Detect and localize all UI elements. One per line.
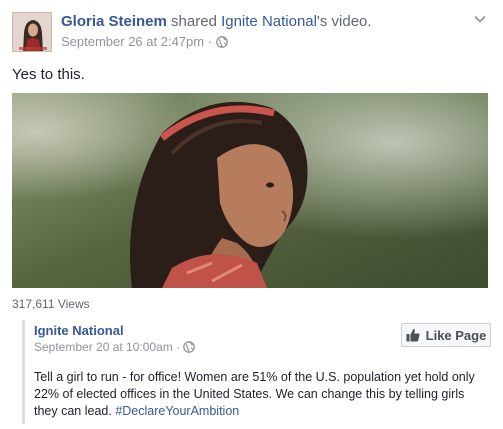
shared-description-text: Tell a girl to run - for office! Women a… [34, 370, 475, 418]
globe-icon[interactable] [183, 341, 196, 353]
view-count: 317,611 Views [12, 297, 90, 311]
shared-page-name-link[interactable]: Ignite National [34, 323, 124, 338]
post-header: Gloria Steinem shared Ignite National's … [61, 12, 372, 31]
shared-page-link[interactable]: Ignite National [221, 13, 317, 30]
shared-verb: shared [166, 13, 222, 30]
feed-post: Gloria Steinem shared Ignite National's … [0, 0, 503, 429]
shared-description: Tell a girl to run - for office! Women a… [34, 369, 489, 420]
globe-icon[interactable] [215, 36, 228, 48]
post-message: Yes to this. [12, 66, 85, 83]
thumbs-up-icon [406, 329, 420, 342]
like-page-button[interactable]: Like Page [401, 323, 491, 347]
hashtag-link[interactable]: #DeclareYourAmbition [115, 404, 239, 418]
avatar-photo [13, 13, 51, 51]
meta-separator: · [172, 340, 184, 354]
like-page-label: Like Page [425, 327, 487, 343]
shared-attachment: Ignite National September 20 at 10:00am … [22, 320, 491, 424]
video-player[interactable] [12, 93, 488, 288]
post-timestamp-link[interactable]: September 26 at 2:47pm [61, 34, 204, 49]
shared-object: 's video. [316, 13, 372, 30]
video-thumbnail [12, 93, 488, 288]
shared-timestamp-row: September 20 at 10:00am · [34, 340, 196, 354]
post-timestamp-row: September 26 at 2:47pm · [61, 34, 228, 50]
meta-separator: · [204, 34, 216, 49]
chevron-down-icon[interactable] [473, 12, 487, 26]
shared-timestamp-link[interactable]: September 20 at 10:00am [34, 340, 173, 354]
author-avatar[interactable] [12, 12, 52, 52]
author-name-link[interactable]: Gloria Steinem [61, 13, 167, 30]
